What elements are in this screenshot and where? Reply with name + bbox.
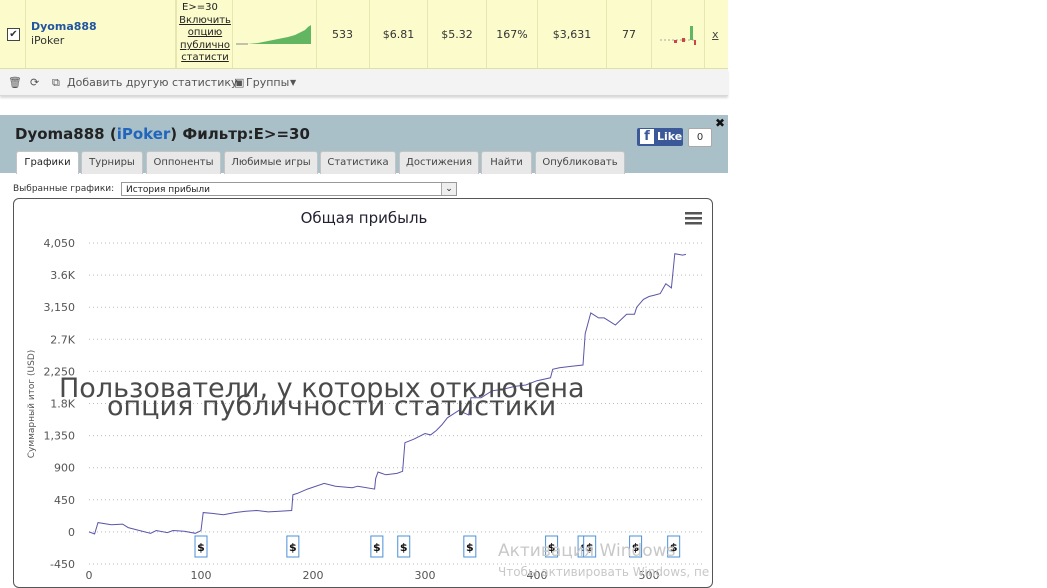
tab-achievements[interactable]: Достижения: [399, 151, 479, 174]
cashout-marker[interactable]: $: [194, 535, 208, 558]
avg-buyin-cell: $6.81: [370, 0, 428, 68]
y-tick-label: 0: [68, 526, 75, 539]
enable-public-link-line1[interactable]: Включить: [179, 15, 231, 26]
cashout-marker-label: $: [400, 541, 408, 554]
enable-public-link-line4[interactable]: статисти: [179, 52, 231, 63]
y-tick-label: 450: [54, 494, 75, 507]
enable-public-link-line3[interactable]: публично: [179, 40, 231, 51]
divider: [175, 0, 177, 68]
y-tick-label: 900: [54, 462, 75, 475]
panel-filter: Фильтр:E>=30: [182, 125, 310, 143]
tab-opponents[interactable]: Оппоненты: [146, 151, 221, 174]
tab-publish[interactable]: Опубликовать: [535, 151, 625, 174]
groups-icon: ▣: [234, 76, 245, 89]
y-tick-label: 1,350: [44, 430, 76, 443]
mini-bars-cell: [652, 0, 705, 68]
windows-activation-watermark: Активация Windows: [498, 541, 676, 561]
cashout-marker[interactable]: $: [370, 535, 384, 558]
graph-select-value: История прибыли: [126, 185, 210, 195]
facebook-icon: f: [640, 129, 654, 144]
tab-graphs[interactable]: Графики: [16, 151, 79, 174]
y-tick-label: 3,150: [44, 301, 76, 314]
windows-activation-hint: Чтобы активировать Windows, пе: [498, 565, 710, 579]
close-panel-icon[interactable]: ✖: [715, 116, 725, 130]
cashout-marker-label: $: [466, 541, 474, 554]
player-row: ✔ Dyoma888 iPoker E>=30 Включить опцию п…: [0, 0, 728, 69]
stats-toolbar: 🗑 ⟳ ⧉ Добавить другую статистику ▣ Групп…: [0, 69, 728, 96]
filter-text: E>=30: [182, 2, 218, 13]
cashout-marker[interactable]: $: [397, 535, 411, 558]
y-axis-label: Суммарный итог (USD): [27, 350, 37, 459]
overlay-line2: опция публичности статистики: [107, 391, 557, 422]
roi-cell: 167%: [487, 0, 538, 68]
panel-title: Dyoma888 (iPoker) Фильтр:E>=30: [15, 125, 310, 143]
sparkline-cell: [232, 0, 317, 68]
avg-profit-cell: $5.32: [428, 0, 487, 68]
y-tick-label: 3.6K: [50, 269, 75, 282]
player-name-link[interactable]: Dyoma888: [31, 20, 97, 33]
mini-bar-chart: [660, 26, 696, 45]
add-stat-icon: ⧉: [52, 76, 60, 89]
cashout-marker-label: $: [197, 541, 205, 554]
row-checkbox[interactable]: ✔: [7, 28, 20, 41]
chevron-down-icon[interactable]: ▼: [290, 78, 296, 87]
remove-row-link[interactable]: x: [712, 28, 719, 41]
checkbox-cell: ✔: [0, 0, 26, 68]
panel-site-link[interactable]: iPoker: [117, 125, 171, 143]
site-name: iPoker: [31, 34, 65, 47]
panel-player-name: Dyoma888: [15, 125, 105, 143]
tab-tournaments[interactable]: Турниры: [81, 151, 143, 174]
y-tick-label: 4,050: [44, 237, 76, 250]
cashout-marker[interactable]: $: [286, 535, 300, 558]
y-tick-label: -450: [50, 558, 75, 571]
cashout-marker-label: $: [289, 541, 297, 554]
groups-button[interactable]: Группы: [246, 76, 289, 89]
tab-statistics[interactable]: Статистика: [320, 151, 396, 174]
y-tick-label: 2.7K: [50, 333, 75, 346]
chart-menu-icon[interactable]: [685, 212, 702, 225]
hands-cell: 533: [316, 0, 370, 68]
y-tick-labels: -45004509001,3501.8K2,2502.7K3,1503.6K4,…: [44, 237, 76, 571]
selected-graphs-label: Выбранные графики:: [13, 184, 115, 194]
refresh-icon[interactable]: ⟳: [30, 76, 39, 89]
graph-select[interactable]: История прибыли ⌄: [121, 182, 457, 196]
ability-cell: 77: [607, 0, 652, 68]
chevron-down-icon[interactable]: ⌄: [441, 183, 456, 195]
like-count: 0: [688, 128, 712, 147]
cashout-marker-label: $: [373, 541, 381, 554]
profit-sparkline: [236, 25, 311, 45]
total-profit-cell: $3,631: [538, 0, 607, 68]
facebook-like-button[interactable]: f Like: [637, 128, 683, 146]
chart-title: Общая прибыль: [301, 209, 428, 227]
cashout-marker[interactable]: $: [463, 535, 477, 558]
tab-find[interactable]: Найти: [481, 151, 532, 174]
add-stat-button[interactable]: Добавить другую статистику: [67, 76, 238, 89]
like-label: Like: [657, 130, 683, 143]
trash-icon[interactable]: 🗑: [8, 76, 22, 89]
tab-favourite-games[interactable]: Любимые игры: [224, 151, 318, 174]
enable-public-link-line2[interactable]: опцию: [179, 27, 231, 38]
